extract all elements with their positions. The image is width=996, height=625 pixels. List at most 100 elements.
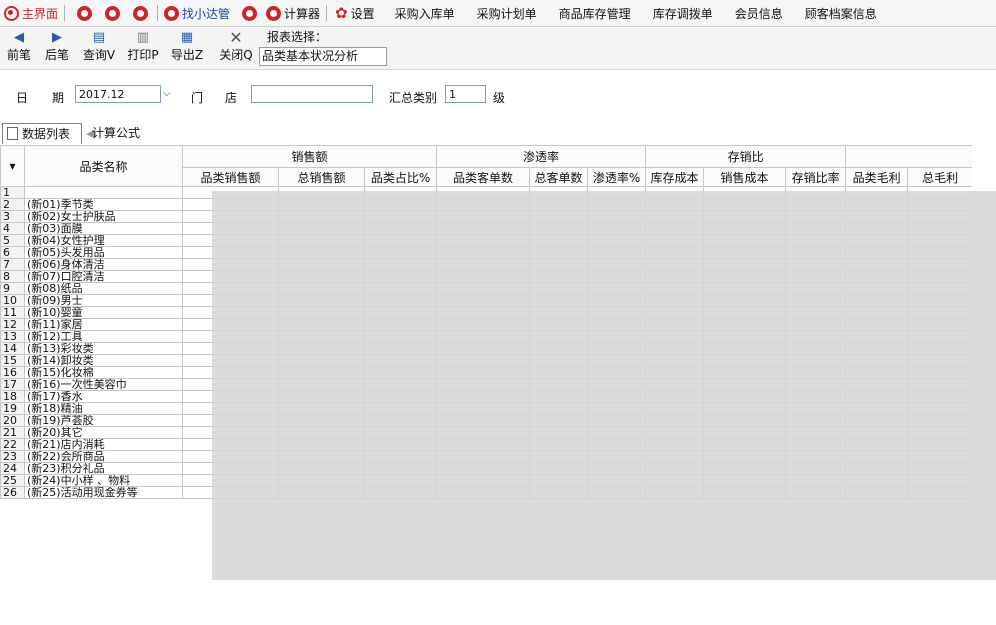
row-number[interactable]: 24 (0, 462, 25, 475)
row-number[interactable]: 23 (0, 450, 25, 463)
category-name-cell[interactable]: (新05)头发用品 (24, 246, 183, 259)
row-number[interactable]: 7 (0, 258, 25, 271)
category-name-cell[interactable]: (新14)卸妆类 (24, 354, 183, 367)
menu-home[interactable]: 主界面 (4, 0, 58, 26)
row-header-corner[interactable]: ▾ (0, 145, 25, 187)
category-name-cell[interactable]: (新12)工具 (24, 330, 183, 343)
level-label: 汇总类别 (389, 91, 438, 105)
menu-separator (326, 5, 328, 21)
column-header[interactable]: 总销售额 (278, 167, 365, 187)
menu-purchase-plan-label: 采购计划单 (476, 6, 537, 21)
menu-purchase-in[interactable]: 采购入库单 (395, 0, 455, 26)
store-field[interactable] (251, 85, 373, 103)
column-header[interactable]: 销售成本 (703, 167, 787, 187)
query-button[interactable]: ▤ 查询Ⅴ (80, 29, 118, 63)
row-number[interactable]: 18 (0, 390, 25, 403)
column-header[interactable]: 品类毛利 (845, 167, 909, 187)
row-number[interactable]: 15 (0, 354, 25, 367)
category-name-cell[interactable]: (新02)女士护肤品 (24, 210, 183, 223)
category-name-cell[interactable]: (新15)化妆棉 (24, 366, 183, 379)
menu-icon-2[interactable] (105, 0, 123, 26)
column-header[interactable]: 品类占比% (363, 167, 438, 187)
category-name-cell[interactable] (24, 186, 183, 199)
column-header[interactable]: 品类客单数 (436, 167, 531, 187)
category-name-cell[interactable]: (新01)季节类 (24, 198, 183, 211)
row-number[interactable]: 1 (0, 186, 25, 199)
category-name-cell[interactable]: (新20)其它 (24, 426, 183, 439)
menu-calculator[interactable]: 计算器 (266, 0, 320, 26)
row-number[interactable]: 3 (0, 210, 25, 223)
category-name-cell[interactable]: (新23)积分礼品 (24, 462, 183, 475)
row-number[interactable]: 14 (0, 342, 25, 355)
category-name-cell[interactable]: (新09)男士 (24, 294, 183, 307)
export-button[interactable]: ▦ 导出Z (168, 29, 206, 63)
close-button[interactable]: ✕ 关闭Q (217, 29, 255, 63)
category-name-cell[interactable]: (新10)婴童 (24, 306, 183, 319)
category-name-cell[interactable]: (新17)香水 (24, 390, 183, 403)
menu-settings[interactable]: ✿ 设置 (335, 0, 375, 26)
row-number[interactable]: 10 (0, 294, 25, 307)
column-header[interactable]: 总客单数 (529, 167, 589, 187)
print-button[interactable]: ▥ 打印P (124, 29, 162, 63)
menu-find-helper[interactable]: 找小达管 (164, 0, 230, 26)
column-header[interactable]: 总毛利 (907, 167, 972, 187)
chevron-down-icon[interactable]: ⌵ (163, 88, 171, 99)
row-number[interactable]: 22 (0, 438, 25, 451)
column-header[interactable]: 存销比率 (785, 167, 847, 187)
row-number[interactable]: 9 (0, 282, 25, 295)
category-name-cell[interactable]: (新19)芦荟胶 (24, 414, 183, 427)
category-name-cell[interactable]: (新25)活动用现金券等 (24, 486, 183, 499)
top-menu-bar: 主界面 找小达管 计算器 ✿ 设置 采购入库单 采购计划单 商品库存管理 库存调… (0, 0, 996, 27)
category-name-cell[interactable]: (新04)女性护理 (24, 234, 183, 247)
next-label: 后笔 (44, 48, 69, 62)
category-name-cell[interactable]: (新21)店内消耗 (24, 438, 183, 451)
category-name-cell[interactable]: (新13)彩妆类 (24, 342, 183, 355)
menu-purchase-plan[interactable]: 采购计划单 (477, 0, 537, 26)
group-header-penetration: 渗透率 (436, 145, 647, 168)
row-number[interactable]: 4 (0, 222, 25, 235)
row-number[interactable]: 11 (0, 306, 25, 319)
row-number[interactable]: 26 (0, 486, 25, 499)
row-number[interactable]: 17 (0, 378, 25, 391)
column-header[interactable]: 库存成本 (645, 167, 705, 187)
menu-icon-4[interactable] (242, 0, 260, 26)
row-number[interactable]: 8 (0, 270, 25, 283)
home-icon (4, 5, 19, 21)
level-field[interactable]: 1 (445, 85, 486, 103)
menu-customer[interactable]: 顾客档案信息 (805, 0, 877, 26)
menu-inventory[interactable]: 商品库存管理 (559, 0, 631, 26)
row-number[interactable]: 13 (0, 330, 25, 343)
category-name-cell[interactable]: (新22)会所商品 (24, 450, 183, 463)
category-name-cell[interactable]: (新06)身体清洁 (24, 258, 183, 271)
menu-transfer[interactable]: 库存调拨单 (653, 0, 713, 26)
tab-data-list[interactable]: 数据列表 (2, 123, 82, 144)
category-name-cell[interactable]: (新08)纸品 (24, 282, 183, 295)
report-select-field[interactable]: 品类基本状况分析 (259, 47, 387, 66)
category-name-cell[interactable]: (新24)中小样 、物料 (24, 474, 183, 487)
date-field[interactable]: 2017.12 (75, 85, 161, 103)
row-number[interactable]: 19 (0, 402, 25, 415)
row-number[interactable]: 20 (0, 414, 25, 427)
row-number[interactable]: 16 (0, 366, 25, 379)
next-button[interactable]: ▶ 后笔 (38, 29, 76, 63)
prev-button[interactable]: ◀ 前笔 (0, 29, 38, 63)
category-name-cell[interactable]: (新03)面膜 (24, 222, 183, 235)
row-number[interactable]: 6 (0, 246, 25, 259)
circle-icon (77, 5, 93, 21)
menu-member[interactable]: 会员信息 (735, 0, 783, 26)
row-number[interactable]: 21 (0, 426, 25, 439)
row-number[interactable]: 25 (0, 474, 25, 487)
row-number[interactable]: 12 (0, 318, 25, 331)
column-header[interactable]: 品类销售额 (182, 167, 279, 187)
category-name-cell[interactable]: (新11)家居 (24, 318, 183, 331)
row-number[interactable]: 2 (0, 198, 25, 211)
row-number[interactable]: 5 (0, 234, 25, 247)
menu-icon-3[interactable] (133, 0, 151, 26)
category-name-cell[interactable]: (新07)口腔清洁 (24, 270, 183, 283)
tab-formula[interactable]: 计算公式 (92, 123, 140, 144)
category-name-cell[interactable]: (新18)精油 (24, 402, 183, 415)
category-name-cell[interactable]: (新16)一次性美容巾 (24, 378, 183, 391)
menu-icon-1[interactable] (77, 0, 95, 26)
column-header[interactable]: 渗透率% (587, 167, 647, 187)
column-header-name[interactable]: 品类名称 (24, 145, 183, 187)
